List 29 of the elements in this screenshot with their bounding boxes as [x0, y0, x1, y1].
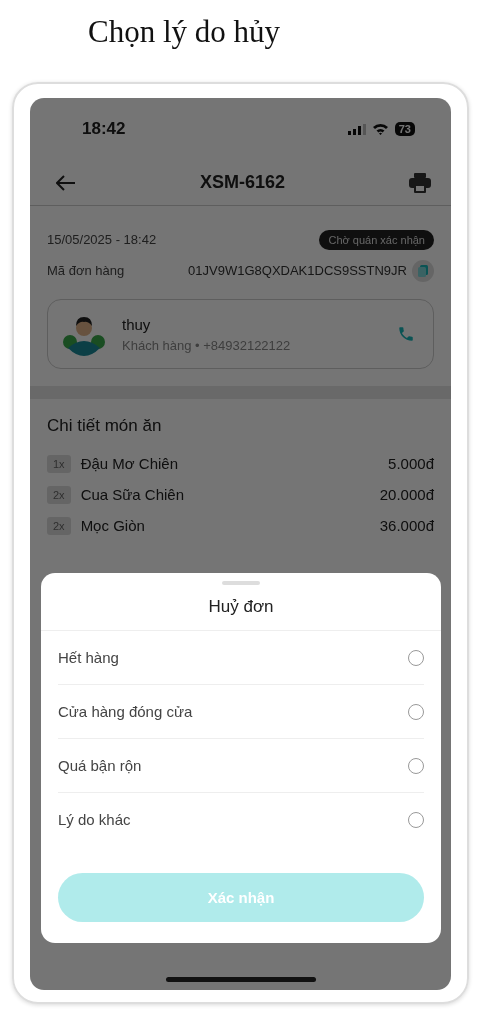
dish-name: Cua Sữa Chiên [80, 486, 186, 503]
reason-label: Cửa hàng đóng cửa [58, 703, 193, 720]
dish-name: Đậu Mơ Chiên [80, 455, 179, 472]
section-title: Chi tiết món ăn [47, 416, 163, 436]
order-datetime: 15/05/2025 - 18:42 [47, 232, 157, 247]
sheet-title: Huỷ đơn [208, 597, 274, 617]
copy-button[interactable] [412, 259, 434, 282]
wifi-icon [371, 123, 389, 135]
sheet-handle[interactable] [222, 581, 260, 585]
status-badge: Chờ quán xác nhận [319, 229, 434, 250]
signal-icon [347, 123, 366, 135]
page-title: Chọn lý do hủy [88, 14, 281, 50]
printer-icon[interactable] [409, 172, 431, 193]
status-time: 18:42 [82, 119, 126, 139]
copy-icon [418, 264, 428, 277]
dish-price: 20.000đ [379, 486, 434, 503]
phone-icon[interactable] [397, 325, 415, 343]
customer-name: thuy [122, 315, 152, 333]
reason-label: Lý do khác [58, 811, 131, 828]
battery-level: 73 [394, 122, 415, 136]
order-code-label: Mã đơn hàng [47, 263, 125, 278]
reason-label: Hết hàng [58, 649, 119, 666]
order-code: 01JV9W1G8QXDAK1DCS9SSTN9JR [188, 263, 407, 278]
order-title: XSM-6162 [199, 172, 285, 193]
dish-price: 36.000đ [379, 517, 434, 534]
reason-label: Quá bận rộn [58, 757, 142, 774]
dish-price: 5.000đ [388, 455, 434, 472]
back-arrow-icon[interactable] [56, 174, 76, 191]
dish-name: Mọc Giòn [80, 517, 146, 534]
